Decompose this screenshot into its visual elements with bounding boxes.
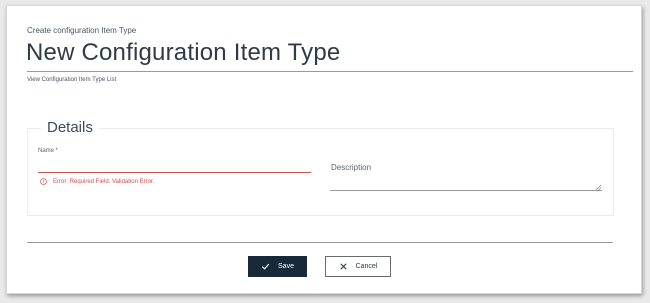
footer-divider [27,242,613,243]
view-list-link[interactable]: View Configuration Item Type List [27,77,116,83]
check-icon [261,263,270,270]
form-window: Create configuration Item Type New Confi… [6,5,642,294]
resize-grip-icon[interactable] [595,184,602,191]
name-input[interactable] [38,158,311,173]
page-eyebrow: Create configuration Item Type [27,26,137,35]
details-fieldset: Details Name * Error: Required Field. Va… [27,119,614,216]
name-error: Error: Required Field. Validation Error. [40,178,154,185]
description-label: Description [331,163,372,172]
page-title: New Configuration Item Type [26,39,341,66]
cancel-button[interactable]: Cancel [325,256,391,277]
error-text: Error: Required Field. Validation Error. [53,178,155,185]
alert-circle-icon [40,178,47,185]
description-textarea[interactable] [330,176,602,191]
close-icon [340,263,347,270]
title-divider [27,71,633,72]
cancel-label: Cancel [355,263,378,270]
save-label: Save [278,263,294,270]
name-label: Name * [38,148,59,154]
details-legend: Details [41,119,99,136]
save-button[interactable]: Save [248,256,307,277]
